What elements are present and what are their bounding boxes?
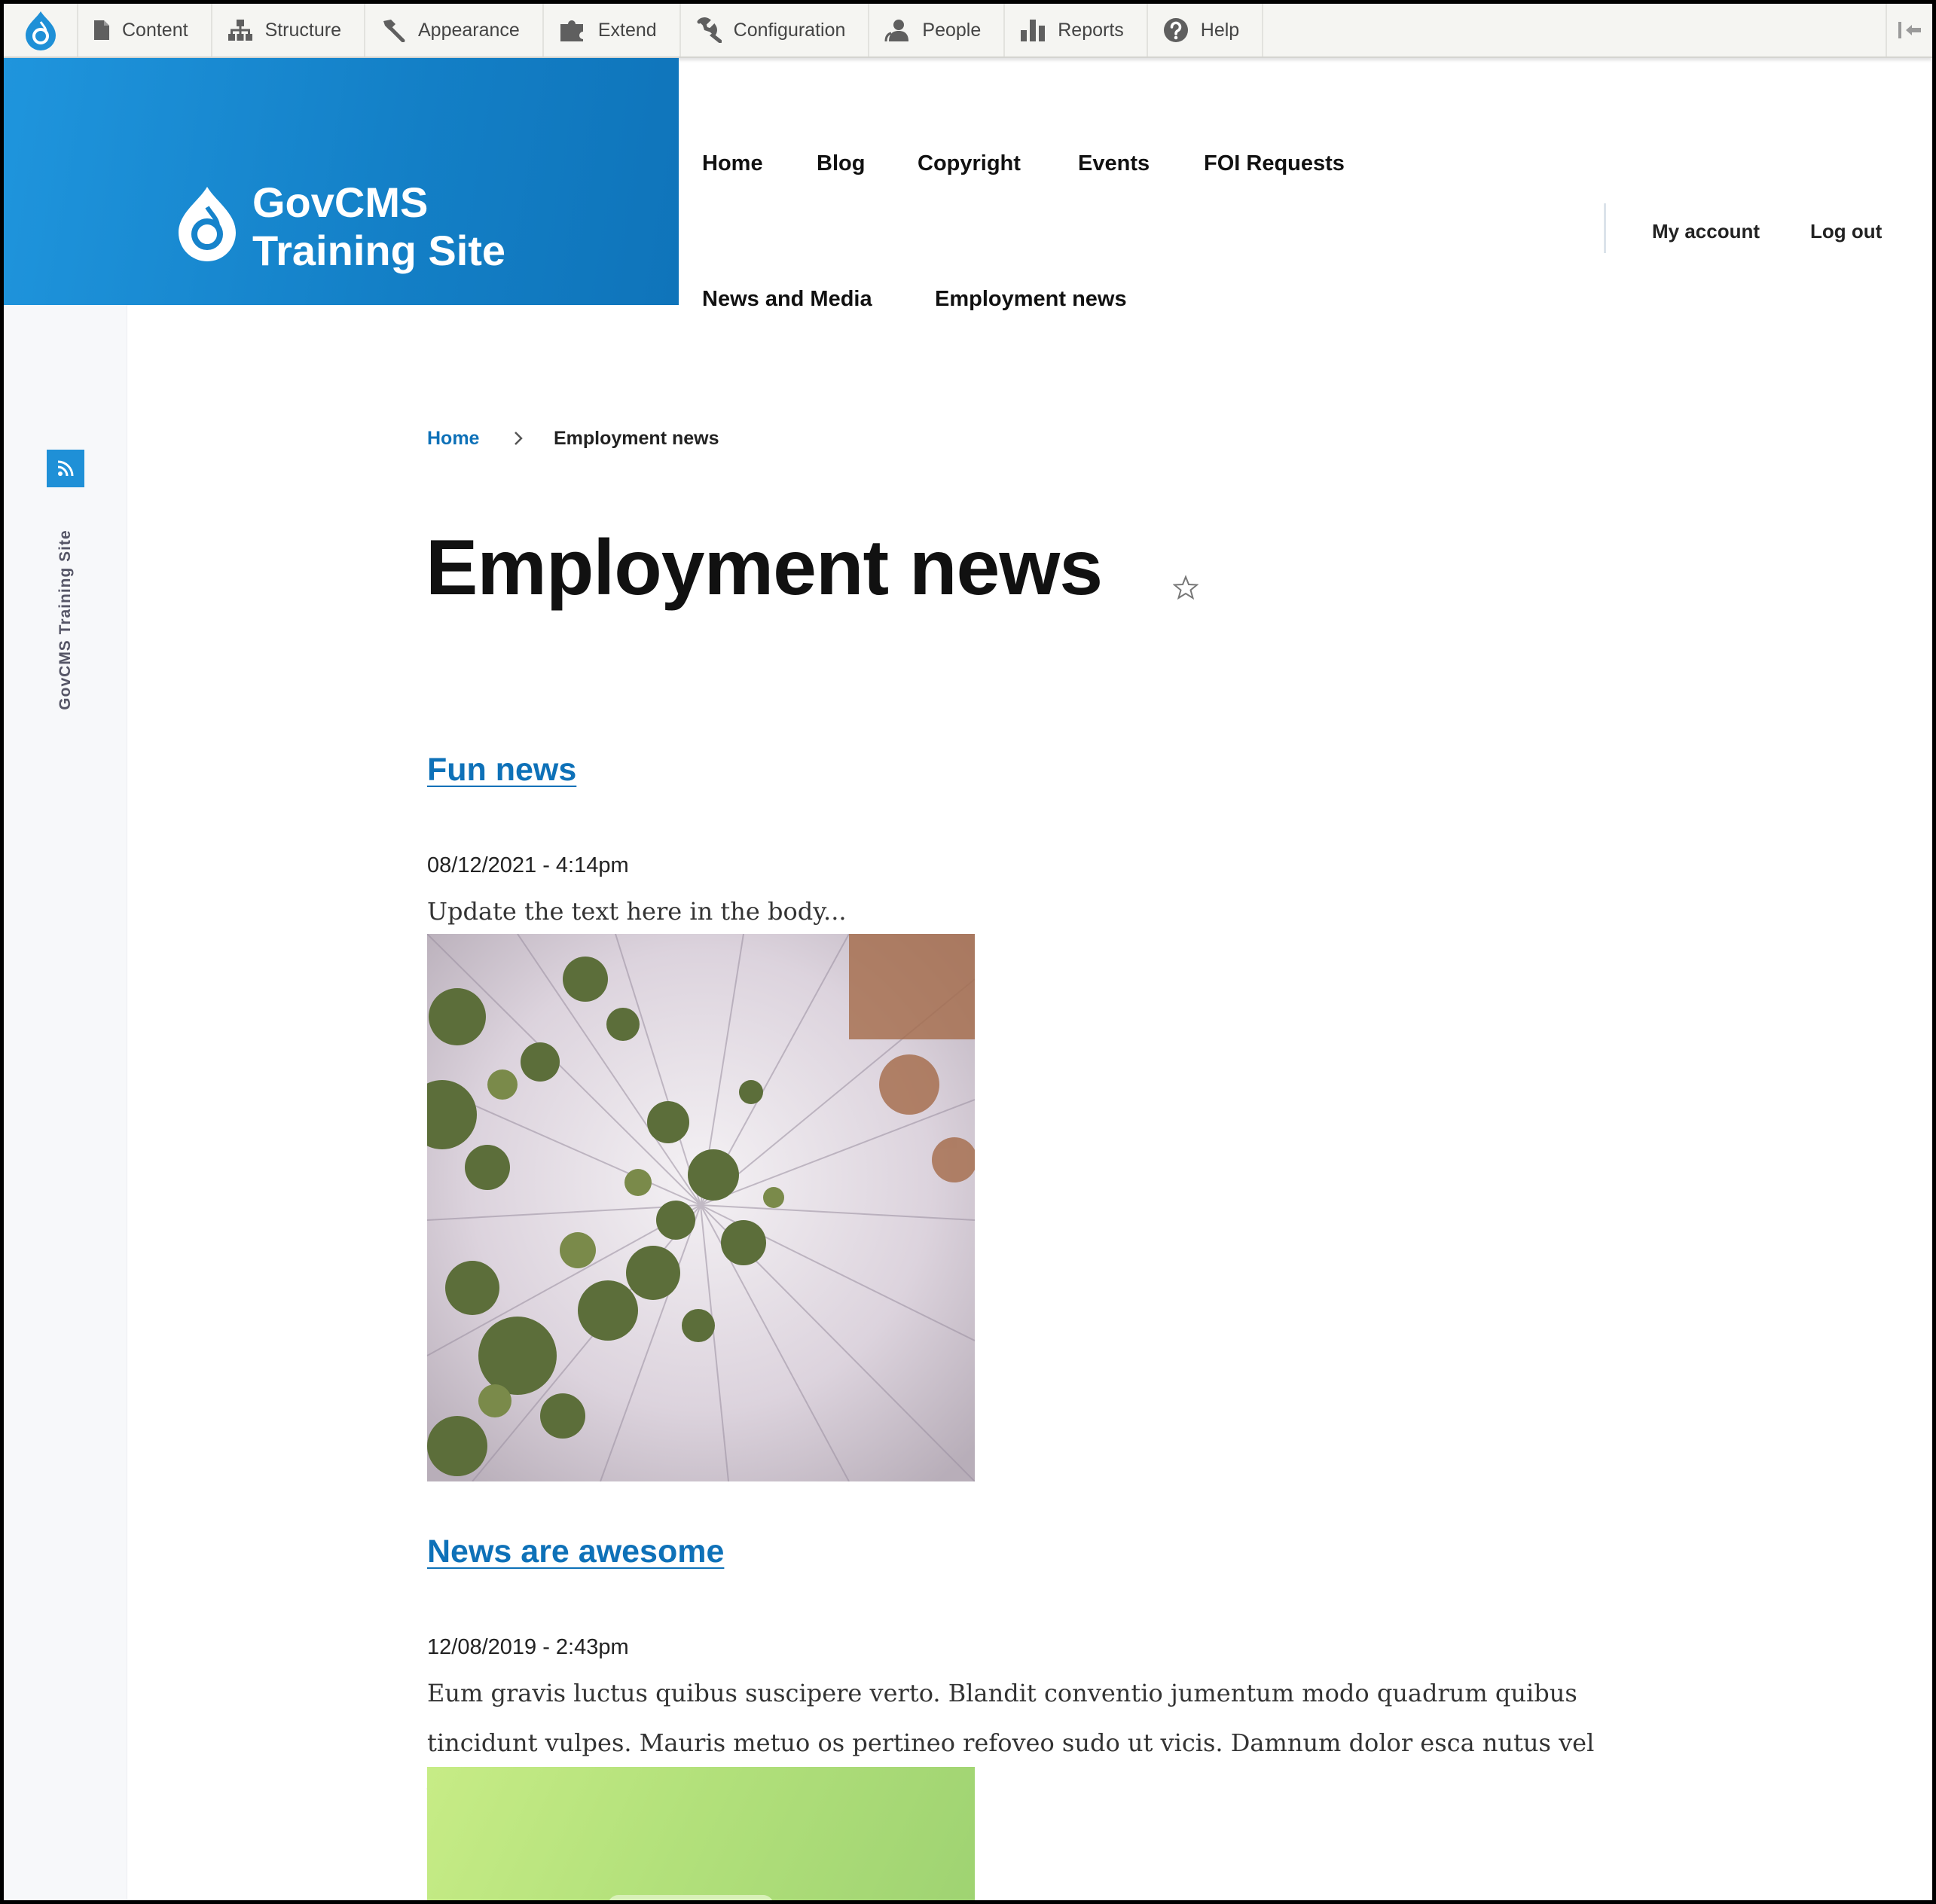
nav-events[interactable]: Events (1078, 151, 1150, 176)
toolbar-help[interactable]: Help (1148, 4, 1264, 56)
nav-blog[interactable]: Blog (817, 151, 865, 176)
site-sidebar: GovCMS Training Site (4, 58, 127, 1900)
toolbar-appearance[interactable]: Appearance (365, 4, 544, 56)
article-date: 08/12/2021 - 4:14pm (427, 853, 629, 877)
article-title-link[interactable]: News are awesome (427, 1533, 724, 1570)
nav-home[interactable]: Home (702, 151, 763, 176)
article-image[interactable] (427, 1767, 975, 1900)
my-account-link[interactable]: My account (1652, 220, 1760, 243)
breadcrumb-current: Employment news (554, 428, 719, 449)
image-shape (608, 1895, 774, 1900)
star-bookmark-icon[interactable] (1173, 575, 1199, 600)
brush-icon (383, 20, 405, 42)
chevron-right-icon (515, 432, 523, 445)
toolbar-content-label: Content (122, 19, 188, 41)
breadcrumb-home[interactable]: Home (427, 428, 479, 450)
file-icon (94, 20, 109, 40)
nav-foi-requests[interactable]: FOI Requests (1204, 151, 1345, 176)
toolbar-appearance-label: Appearance (418, 19, 520, 41)
account-nav-divider (1604, 203, 1606, 253)
person-icon (884, 20, 909, 42)
nav-news-and-media[interactable]: News and Media (702, 287, 872, 312)
article-image[interactable] (427, 934, 975, 1481)
site-branding[interactable]: GovCMS Training Site (4, 58, 679, 305)
nav-copyright[interactable]: Copyright (918, 151, 1021, 176)
browser-page: Content Structure Appearance Extend Conf… (4, 4, 1932, 1900)
drupal-drop-icon (25, 11, 56, 50)
sitemap-icon (227, 20, 252, 41)
page-title: Employment news (426, 524, 1103, 612)
rss-feed-icon[interactable] (47, 450, 84, 487)
collapse-left-icon (1898, 22, 1921, 38)
bar-chart-icon (1021, 20, 1046, 41)
toolbar-reports[interactable]: Reports (1005, 4, 1148, 56)
toolbar-people[interactable]: People (869, 4, 1006, 56)
toolbar-configuration-label: Configuration (733, 19, 846, 41)
toolbar-configuration[interactable]: Configuration (681, 4, 870, 56)
toolbar-reports-label: Reports (1058, 19, 1124, 41)
sidebar-site-label: GovCMS Training Site (56, 529, 74, 710)
site-name-line2: Training Site (252, 227, 506, 274)
help-icon (1163, 18, 1188, 42)
toolbar-structure-label: Structure (264, 19, 341, 41)
site-name-line1: GovCMS (252, 178, 429, 226)
toolbar-extend[interactable]: Extend (544, 4, 681, 56)
toolbar-help-label: Help (1200, 19, 1240, 41)
toolbar-orientation-toggle[interactable] (1886, 4, 1932, 56)
log-out-link[interactable]: Log out (1810, 220, 1882, 243)
admin-toolbar: Content Structure Appearance Extend Conf… (4, 4, 1932, 58)
nav-employment-news[interactable]: Employment news (935, 287, 1127, 312)
govcms-drop-logo-icon (179, 187, 236, 261)
article-body: Update the text here in the body... (427, 897, 847, 926)
toolbar-structure[interactable]: Structure (212, 4, 365, 56)
puzzle-icon (560, 20, 583, 41)
toolbar-content[interactable]: Content (78, 4, 212, 56)
site-name[interactable]: GovCMS Training Site (252, 178, 505, 275)
article-title-link[interactable]: Fun news (427, 752, 576, 789)
article-date: 12/08/2019 - 2:43pm (427, 1635, 629, 1659)
drupal-home-link[interactable] (4, 4, 78, 56)
wrench-icon (697, 17, 722, 43)
toolbar-people-label: People (922, 19, 982, 41)
toolbar-extend-label: Extend (597, 19, 657, 41)
